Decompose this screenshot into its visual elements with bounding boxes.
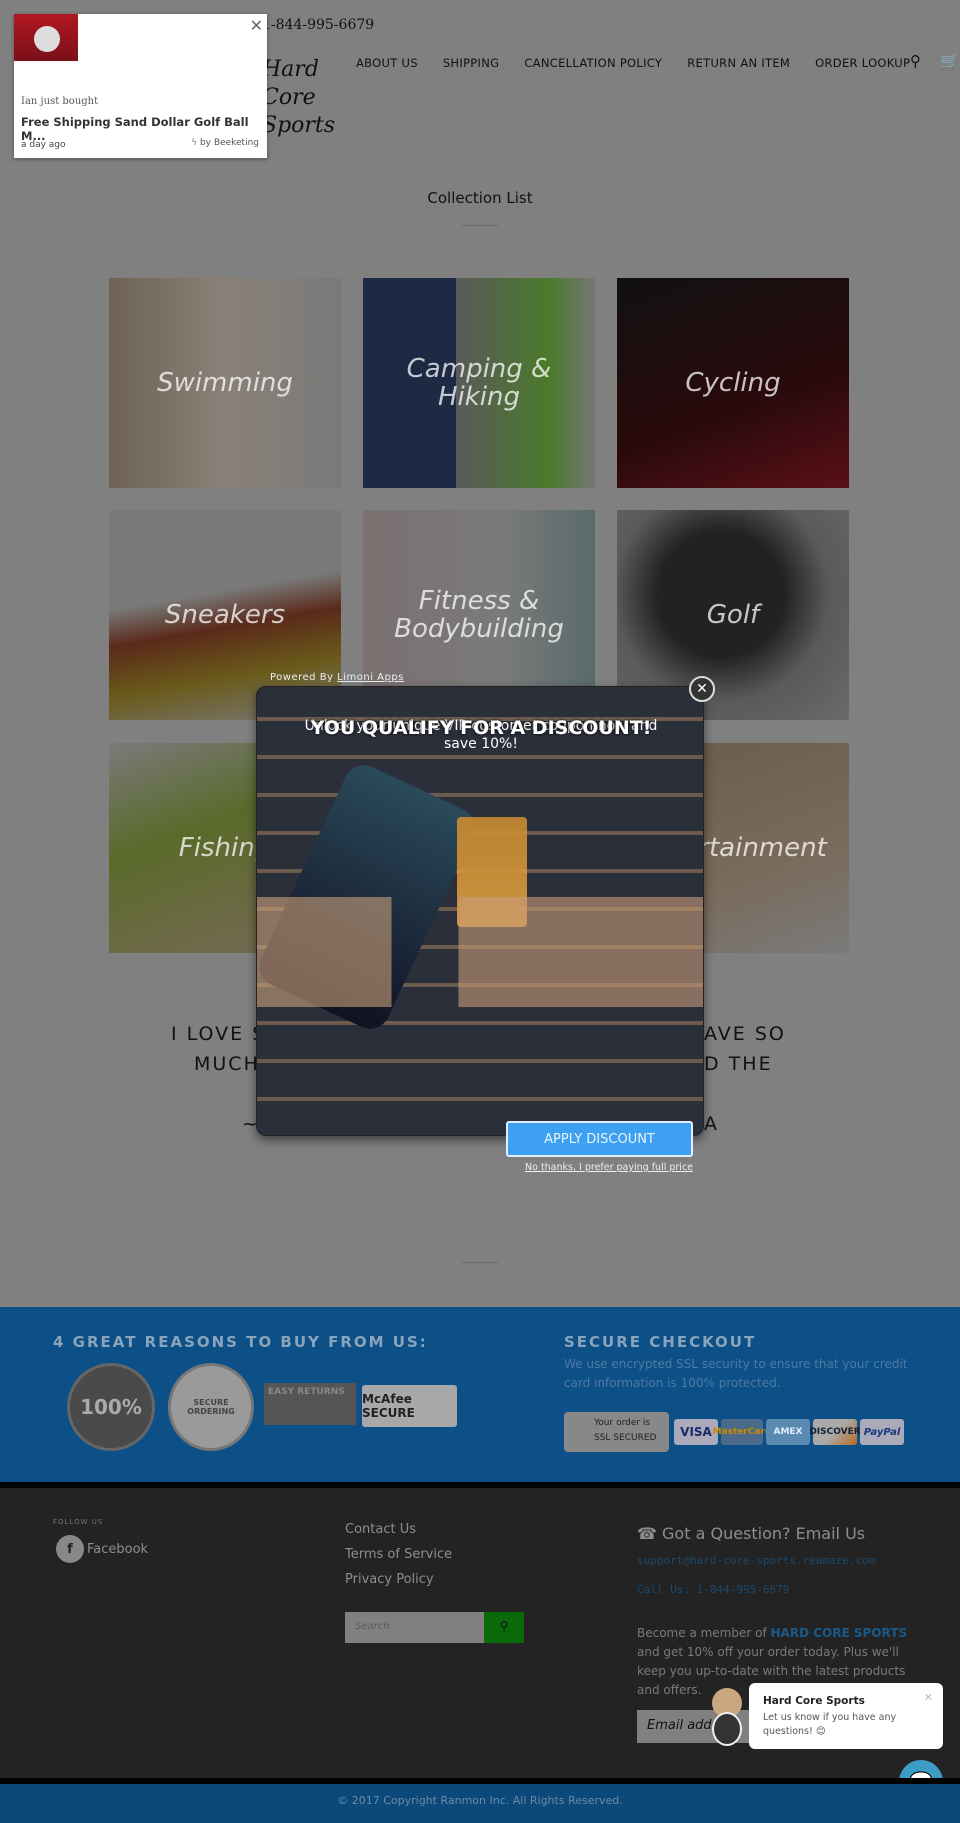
secure-checkout-title: SECURE CHECKOUT: [564, 1333, 757, 1351]
collection-title: Collection List: [427, 189, 533, 207]
search-icon: ⚲: [499, 1619, 509, 1633]
support-email-link[interactable]: support@hard-core-sports.reamaze.com: [637, 1554, 875, 1567]
nav-order-lookup[interactable]: ORDER LOOKUP: [815, 56, 910, 70]
tile-label: Fitness & Bodybuilding: [394, 586, 564, 644]
trust-title: 4 GREAT REASONS TO BUY FROM US:: [53, 1333, 428, 1351]
chat-greeting[interactable]: Hard Core Sports ✕ Let us know if you ha…: [749, 1683, 943, 1749]
search-icon[interactable]: ⚲: [910, 52, 921, 70]
footer-search-button[interactable]: ⚲: [484, 1612, 524, 1643]
main-nav: ABOUT US SHIPPING CANCELLATION POLICY RE…: [356, 56, 910, 70]
trust-section: 4 GREAT REASONS TO BUY FROM US: 100% SEC…: [0, 1307, 960, 1482]
footer-link-contact[interactable]: Contact Us: [345, 1522, 416, 1537]
call-us-link[interactable]: Call Us: 1-844-995-6679: [637, 1583, 789, 1596]
beeketing-credit: by Beeketing: [199, 138, 259, 148]
tile-label: Swimming: [157, 368, 293, 398]
facebook-link[interactable]: f Facebook: [56, 1535, 148, 1563]
member-brand: HARD CORE SPORTS: [770, 1626, 908, 1640]
nav-about[interactable]: ABOUT US: [356, 56, 418, 70]
chat-name: Hard Core Sports: [763, 1695, 865, 1707]
copyright-bar: © 2017 Copyright Ranmon Inc. All Rights …: [0, 1778, 960, 1823]
tile-label: Golf: [706, 600, 760, 630]
nav-shipping[interactable]: SHIPPING: [443, 56, 500, 70]
tile-label: Camping & Hiking: [406, 354, 552, 412]
divider: [462, 1262, 498, 1263]
secure-checkout-text: We use encrypted SSL security to ensure …: [564, 1357, 908, 1390]
discover-card: DISCOVER: [809, 1419, 861, 1445]
close-icon[interactable]: ✕: [924, 1691, 933, 1704]
agent-avatar: [712, 1712, 742, 1746]
satisfaction-badge: 100%: [67, 1363, 155, 1451]
payment-cards: VISA MasterCard AMEX DISCOVER PayPal: [674, 1419, 904, 1445]
member-pre: Become a member of: [637, 1626, 767, 1640]
collection-swimming[interactable]: Swimming: [109, 278, 341, 488]
logo-text: Hard Core Sports: [262, 57, 336, 138]
footer-search-input[interactable]: Search: [345, 1612, 484, 1643]
amex-card: AMEX: [766, 1419, 810, 1445]
testimonial-fragment: I LOVE S: [171, 1023, 267, 1045]
visa-card: VISA: [674, 1419, 718, 1445]
footer-link-privacy[interactable]: Privacy Policy: [345, 1572, 434, 1587]
collection-camping[interactable]: Camping & Hiking: [363, 278, 595, 488]
easy-returns-badge: EASY RETURNS: [264, 1383, 356, 1425]
discount-modal: Unlock your unique VIP customer coupon n…: [256, 686, 704, 1136]
tile-label: Cycling: [685, 368, 781, 398]
notification-who: Ian just bought: [21, 96, 99, 107]
mcafee-badge: McAfee SECURE: [362, 1385, 457, 1427]
facebook-icon: f: [56, 1535, 84, 1563]
collection-cycling[interactable]: Cycling: [617, 278, 849, 488]
notification-time: a day ago: [21, 140, 66, 150]
footer-link-terms[interactable]: Terms of Service: [345, 1547, 452, 1562]
testimonial-fragment: MUCH: [194, 1053, 260, 1075]
question-heading: Got a Question? Email Us: [662, 1524, 866, 1543]
mastercard-card: MasterCard: [713, 1419, 771, 1445]
tile-label: Sneakers: [164, 600, 286, 630]
cart-icon[interactable]: 🛒: [940, 52, 959, 70]
hands-image: [257, 897, 703, 1007]
close-icon[interactable]: ✕: [250, 16, 263, 35]
powered-label: Powered By: [270, 672, 334, 683]
ssl-secured-badge: Your order is SSL SECURED: [564, 1412, 669, 1452]
nav-return[interactable]: RETURN AN ITEM: [687, 56, 790, 70]
limoni-link[interactable]: Limoni Apps: [337, 672, 404, 683]
facebook-label: Facebook: [87, 1541, 149, 1557]
copyright: © 2017 Copyright Ranmon Inc. All Rights …: [337, 1794, 623, 1807]
logo[interactable]: Hard Core Sports: [262, 56, 352, 140]
testimonial-fragment: AVE SO: [704, 1023, 786, 1045]
header-phone: 1-844-995-6679: [262, 17, 375, 33]
popup-headline: YOU QUALIFY FOR A DISCOUNT!: [310, 717, 652, 739]
decline-link[interactable]: No thanks, I prefer paying full price: [525, 1162, 693, 1173]
lightning-icon: ϟ: [191, 138, 198, 148]
divider: [462, 225, 498, 226]
nav-cancellation[interactable]: CANCELLATION POLICY: [524, 56, 662, 70]
purchase-notification[interactable]: ✕ Ian just bought Free Shipping Sand Dol…: [14, 14, 267, 158]
chat-message: Let us know if you have any questions! 😊: [763, 1712, 897, 1737]
testimonial-fragment: A: [704, 1113, 719, 1135]
testimonial-fragment: D THE: [704, 1053, 773, 1075]
product-thumbnail: [14, 14, 78, 61]
phone-icon: ☎: [637, 1524, 657, 1543]
paypal-card: PayPal: [860, 1419, 904, 1445]
close-modal-icon[interactable]: ✕: [689, 676, 715, 702]
secure-ordering-badge: SECURE ORDERING: [168, 1363, 254, 1451]
apply-discount-button[interactable]: APPLY DISCOUNT: [506, 1121, 693, 1157]
follow-us-label: FOLLOW US: [53, 1518, 104, 1526]
powered-by: Powered By Limoni Apps: [270, 672, 404, 683]
